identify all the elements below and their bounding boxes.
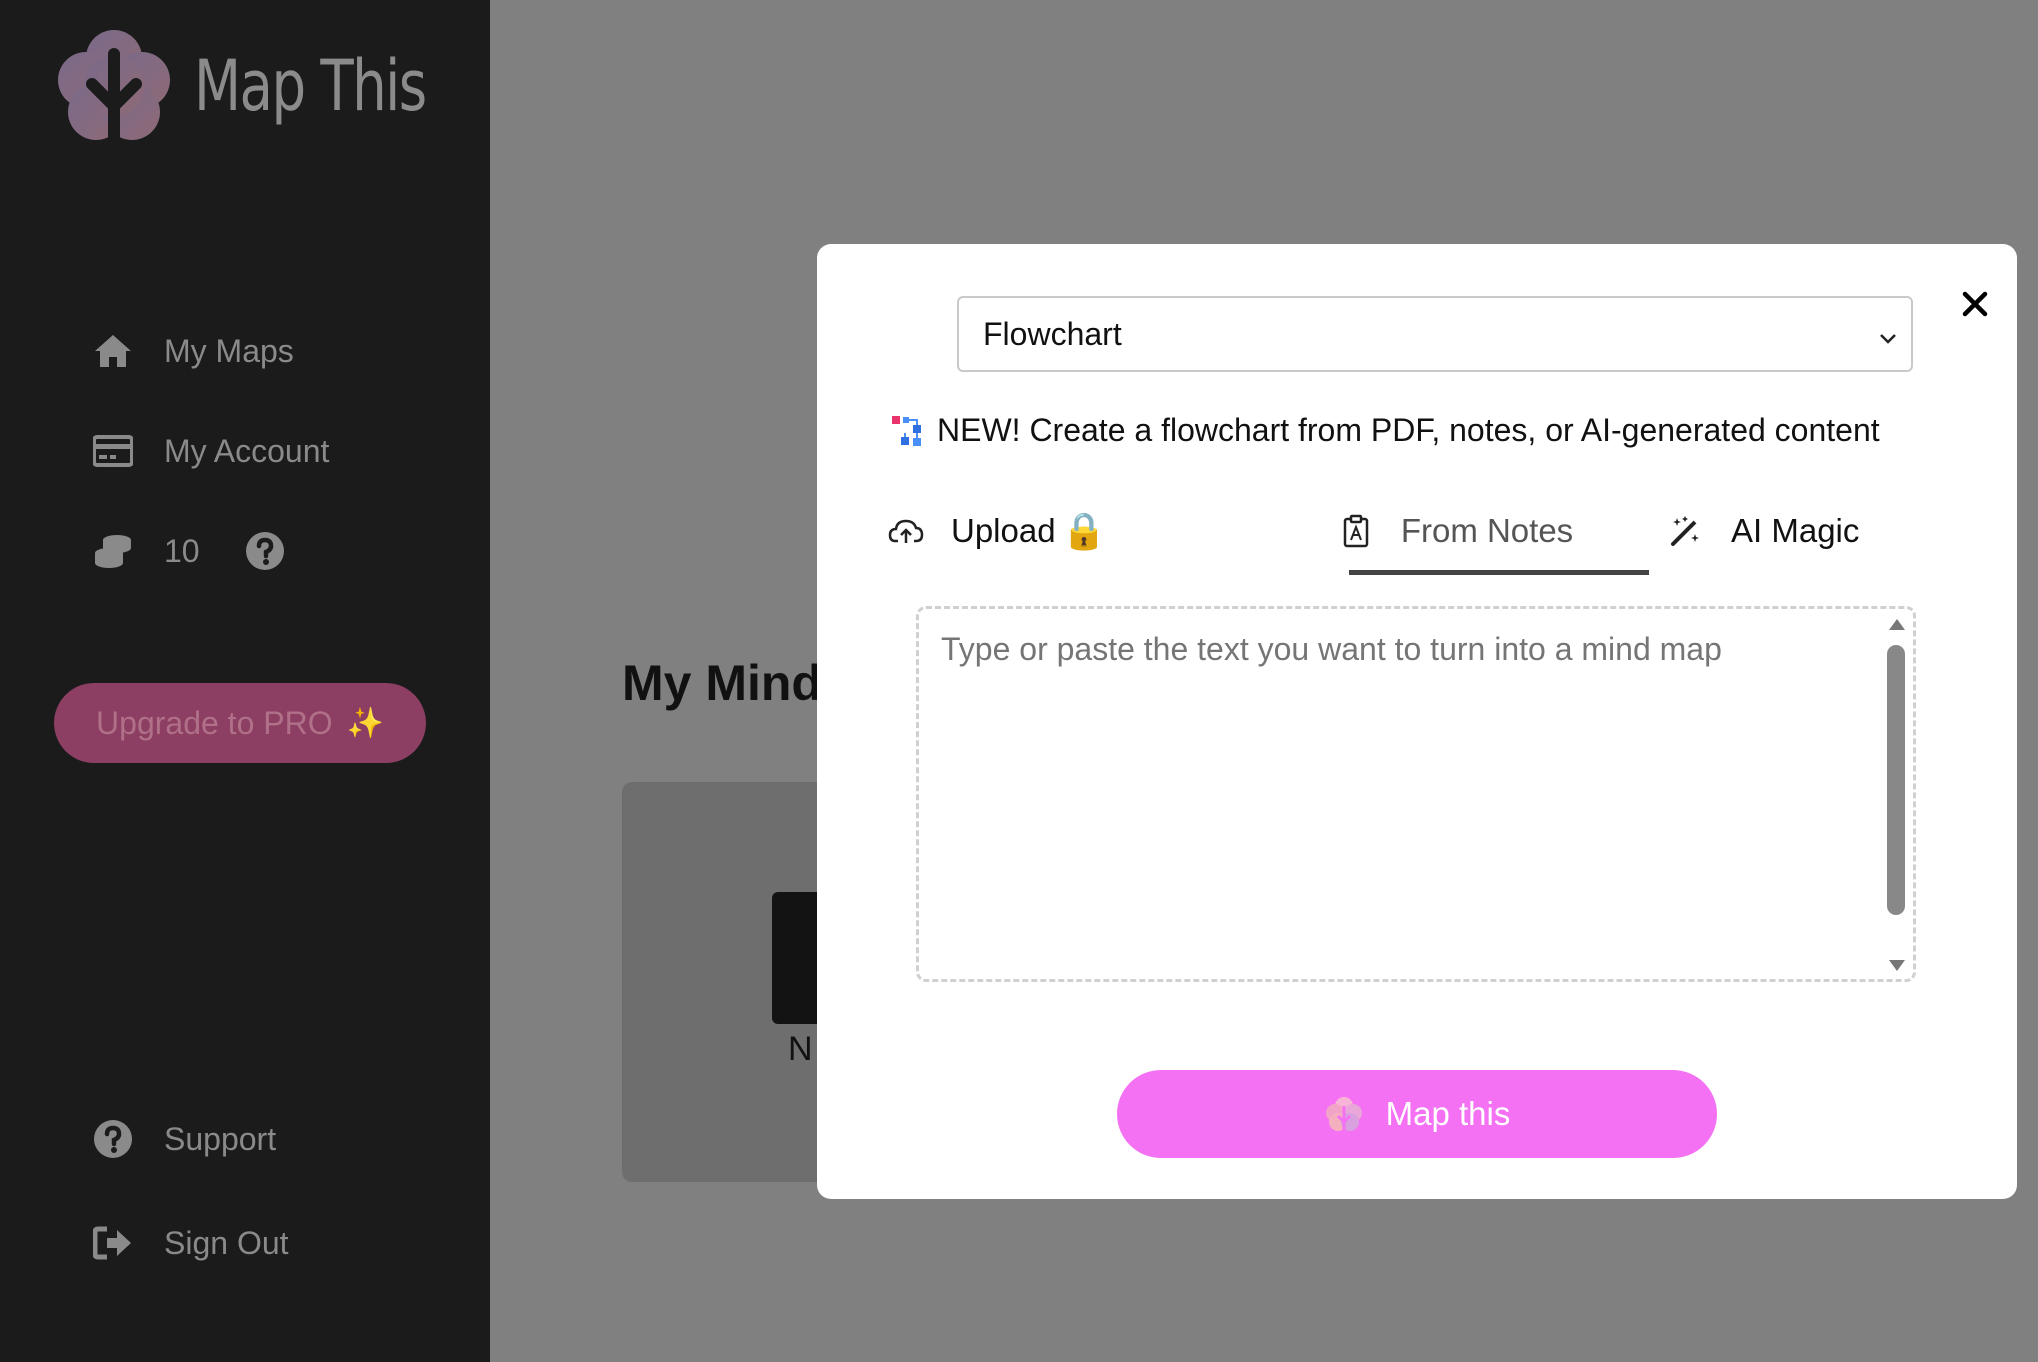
sidebar-item-label: Support [164,1120,277,1157]
input-source-tabs: Upload 🔒 From Notes AI Magic [887,494,1947,575]
scrollbar-thumb[interactable] [1887,645,1905,915]
credits-balance: 10 [92,530,286,572]
logo-icon [58,30,170,142]
map-this-label: Map this [1385,1095,1511,1132]
question-circle-icon [92,1118,134,1160]
announcement-text: NEW! Create a flowchart from PDF, notes,… [937,412,1880,448]
scroll-up-arrow-icon[interactable] [1889,619,1905,630]
upgrade-label: Upgrade to PRO [96,704,333,741]
tab-ai-magic[interactable]: AI Magic [1667,494,1859,568]
app-name: Map This [194,45,427,127]
sparkle-icon: ✨ [346,706,384,740]
close-icon[interactable] [1955,284,1995,324]
credits-count: 10 [164,532,200,569]
map-this-button[interactable]: Map this [1117,1070,1717,1158]
question-circle-icon[interactable] [244,530,286,572]
map-card-label: N [788,1030,813,1068]
tab-label: Upload [951,512,1056,549]
textarea-scrollbar[interactable] [1887,619,1905,971]
home-icon [92,330,134,372]
tab-upload[interactable]: Upload 🔒 [887,494,1106,568]
sign-out-icon [92,1222,134,1264]
sidebar: Map This My Maps My Account 10 Upgrade t… [0,0,490,1362]
flowchart-icon [892,415,921,446]
notes-input-placeholder: Type or paste the text you want to turn … [941,631,1722,667]
magic-wand-icon [1667,512,1705,550]
clipboard-icon [1337,512,1375,550]
scroll-down-arrow-icon[interactable] [1889,960,1905,971]
logo-icon [1325,1097,1362,1131]
credit-card-icon [92,430,134,472]
coins-icon [92,530,134,572]
app-logo[interactable]: Map This [52,24,491,148]
upgrade-to-pro-button[interactable]: Upgrade to PRO ✨ [54,683,426,763]
cloud-upload-icon [887,512,925,550]
sidebar-item-label: My Maps [164,332,294,369]
sidebar-item-label: My Account [164,432,330,469]
sidebar-item-label: Sign Out [164,1224,289,1261]
sidebar-item-sign-out[interactable]: Sign Out [92,1222,289,1264]
sidebar-item-my-maps[interactable]: My Maps [92,330,294,372]
chevron-down-icon [1879,316,1897,353]
map-type-select[interactable]: Flowchart [957,296,1913,372]
map-type-value: Flowchart [983,315,1122,352]
sidebar-item-support[interactable]: Support [92,1118,276,1160]
sidebar-item-my-account[interactable]: My Account [92,430,329,472]
tab-label: From Notes [1400,512,1574,549]
tab-label: AI Magic [1731,512,1860,549]
active-tab-indicator [1349,570,1649,575]
lock-icon: 🔒 [1061,510,1107,551]
create-map-modal: Flowchart NEW! Create a flowchart from P… [817,244,2017,1199]
tab-from-notes[interactable]: From Notes [1305,494,1605,568]
flowchart-announcement: NEW! Create a flowchart from PDF, notes,… [891,412,1880,449]
page-heading: My Mind [622,655,822,711]
notes-input[interactable]: Type or paste the text you want to turn … [916,606,1916,982]
